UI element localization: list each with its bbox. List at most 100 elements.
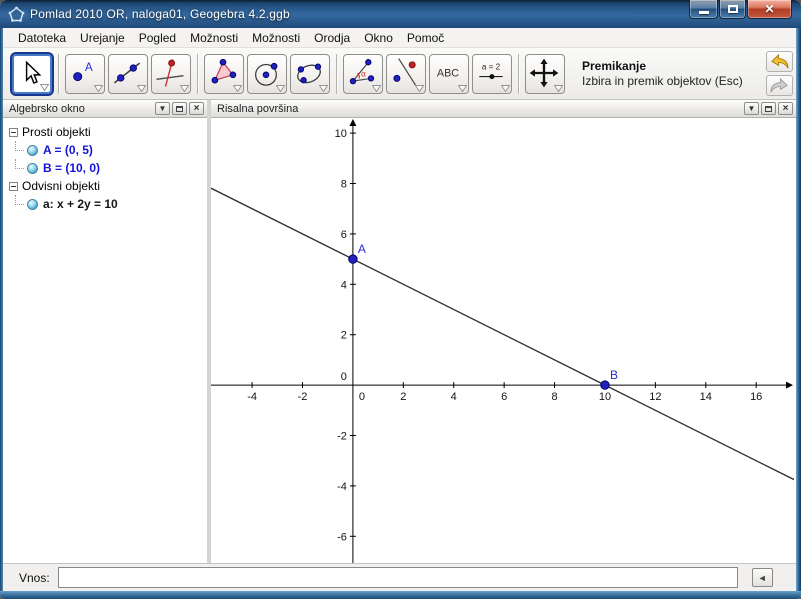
- angle-tool-button[interactable]: α: [343, 54, 383, 94]
- y-tick-label: -4: [337, 481, 347, 493]
- toolbar-separator: [518, 54, 520, 94]
- menu-bar: Datoteka Urejanje Pogled Možnosti Možnos…: [3, 28, 796, 48]
- menu-datoteka[interactable]: Datoteka: [11, 29, 73, 47]
- tree-item-A[interactable]: A = (0, 5): [3, 141, 207, 159]
- dropdown-icon: ▼: [748, 105, 756, 113]
- tree-connector: [15, 159, 24, 169]
- dropdown-icon: ▼: [159, 105, 167, 113]
- input-bar: Vnos: ◄: [3, 563, 796, 591]
- graphics-panel-close-button[interactable]: ×: [778, 102, 793, 115]
- tree-item-B[interactable]: B = (10, 0): [3, 159, 207, 177]
- main-content: Algebrsko okno ▼ × Prosti objekti A = (0…: [3, 100, 796, 563]
- tree-item-a[interactable]: a: x + 2y = 10: [3, 195, 207, 213]
- tool-dropdown-arrow-icon[interactable]: [40, 84, 49, 91]
- y-tick-label: -6: [337, 531, 347, 543]
- point-tool-button[interactable]: A: [65, 54, 105, 94]
- point-label-B: B: [610, 368, 618, 382]
- move-tool-button[interactable]: [12, 54, 52, 94]
- window-controls: ✕: [688, 0, 792, 19]
- close-panel-icon: ×: [194, 104, 200, 114]
- minimize-button[interactable]: [689, 0, 718, 19]
- tree-connector: [15, 195, 24, 205]
- minimize-icon: [699, 11, 709, 14]
- collapse-icon[interactable]: [9, 128, 18, 137]
- tool-dropdown-arrow-icon[interactable]: [372, 85, 381, 92]
- graphics-panel-menu-button[interactable]: ▼: [744, 102, 759, 115]
- close-panel-icon: ×: [783, 104, 789, 114]
- slider-tool-button[interactable]: a = 2: [472, 54, 512, 94]
- x-tick-label: -4: [247, 391, 257, 403]
- toolbar-separator: [336, 54, 338, 94]
- object-text: a: x + 2y = 10: [43, 197, 118, 211]
- point-A[interactable]: [349, 255, 357, 263]
- input-help-button[interactable]: ◄: [752, 568, 773, 587]
- tool-dropdown-arrow-icon[interactable]: [415, 85, 424, 92]
- x-tick-label: 8: [551, 391, 557, 403]
- redo-button[interactable]: [766, 75, 793, 96]
- tool-dropdown-arrow-icon[interactable]: [276, 85, 285, 92]
- geogebra-logo-icon: [8, 6, 25, 23]
- ellipse-tool-button[interactable]: [290, 54, 330, 94]
- algebra-panel-close-button[interactable]: ×: [189, 102, 204, 115]
- tool-dropdown-arrow-icon[interactable]: [458, 85, 467, 92]
- toolbar-separator: [197, 54, 199, 94]
- reflect-tool-button[interactable]: [386, 54, 426, 94]
- menu-orodja[interactable]: Orodja: [307, 29, 357, 47]
- menu-pomoc[interactable]: Pomoč: [400, 29, 451, 47]
- perpendicular-line-tool-button[interactable]: [151, 54, 191, 94]
- algebra-panel-menu-button[interactable]: ▼: [155, 102, 170, 115]
- free-objects-group[interactable]: Prosti objekti: [3, 123, 207, 141]
- active-tool-description: Izbira in premik objektov (Esc): [582, 74, 743, 88]
- menu-okno[interactable]: Okno: [357, 29, 400, 47]
- tool-dropdown-arrow-icon[interactable]: [554, 85, 563, 92]
- visibility-marble-icon[interactable]: [27, 163, 38, 174]
- group-label: Prosti objekti: [22, 125, 91, 139]
- title-bar[interactable]: Pomlad 2010 OR, naloga01, Geogebra 4.2.g…: [0, 0, 801, 28]
- graphics-panel-restore-button[interactable]: [761, 102, 776, 115]
- restore-icon: [765, 106, 772, 112]
- active-tool-name: Premikanje: [582, 59, 743, 73]
- polygon-tool-button[interactable]: [204, 54, 244, 94]
- tool-dropdown-arrow-icon[interactable]: [319, 85, 328, 92]
- text-tool-button[interactable]: ABC: [429, 54, 469, 94]
- maximize-button[interactable]: [719, 0, 746, 19]
- close-button[interactable]: ✕: [747, 0, 792, 19]
- tool-dropdown-arrow-icon[interactable]: [501, 85, 510, 92]
- svg-text:a = 2: a = 2: [482, 62, 501, 71]
- y-tick-label: 2: [341, 330, 347, 342]
- visibility-marble-icon[interactable]: [27, 145, 38, 156]
- drawing-canvas[interactable]: -4-202468101214161086420-2-4-6AB: [211, 118, 796, 563]
- algebra-panel-restore-button[interactable]: [172, 102, 187, 115]
- object-text: A = (0, 5): [43, 143, 93, 157]
- point-label-A: A: [358, 242, 366, 256]
- menu-moznosti-1[interactable]: Možnosti: [183, 29, 245, 47]
- dependent-objects-group[interactable]: Odvisni objekti: [3, 177, 207, 195]
- tool-dropdown-arrow-icon[interactable]: [94, 85, 103, 92]
- coordinate-system[interactable]: -4-202468101214161086420-2-4-6AB: [211, 118, 794, 563]
- close-icon: ✕: [764, 1, 774, 18]
- restore-icon: [176, 106, 183, 112]
- menu-urejanje[interactable]: Urejanje: [73, 29, 132, 47]
- y-tick-label: -2: [337, 430, 347, 442]
- visibility-marble-icon[interactable]: [27, 199, 38, 210]
- x-tick-label: 2: [400, 391, 406, 403]
- line-a[interactable]: [211, 188, 794, 479]
- tool-dropdown-arrow-icon[interactable]: [233, 85, 242, 92]
- menu-moznosti-2[interactable]: Možnosti: [245, 29, 307, 47]
- x-tick-label: -2: [298, 391, 308, 403]
- move-view-tool-button[interactable]: [525, 54, 565, 94]
- tool-dropdown-arrow-icon[interactable]: [137, 85, 146, 92]
- collapse-icon[interactable]: [9, 182, 18, 191]
- line-tool-button[interactable]: [108, 54, 148, 94]
- circle-tool-button[interactable]: [247, 54, 287, 94]
- menu-pogled[interactable]: Pogled: [132, 29, 183, 47]
- y-tick-label: 4: [341, 279, 347, 291]
- x-tick-label: 10: [599, 391, 611, 403]
- input-help-icon: ◄: [758, 573, 767, 583]
- command-input[interactable]: [58, 567, 738, 588]
- undo-button[interactable]: [766, 51, 793, 72]
- input-label: Vnos:: [19, 571, 50, 585]
- x-tick-label: 14: [700, 391, 712, 403]
- tool-dropdown-arrow-icon[interactable]: [180, 85, 189, 92]
- point-B[interactable]: [601, 381, 609, 389]
